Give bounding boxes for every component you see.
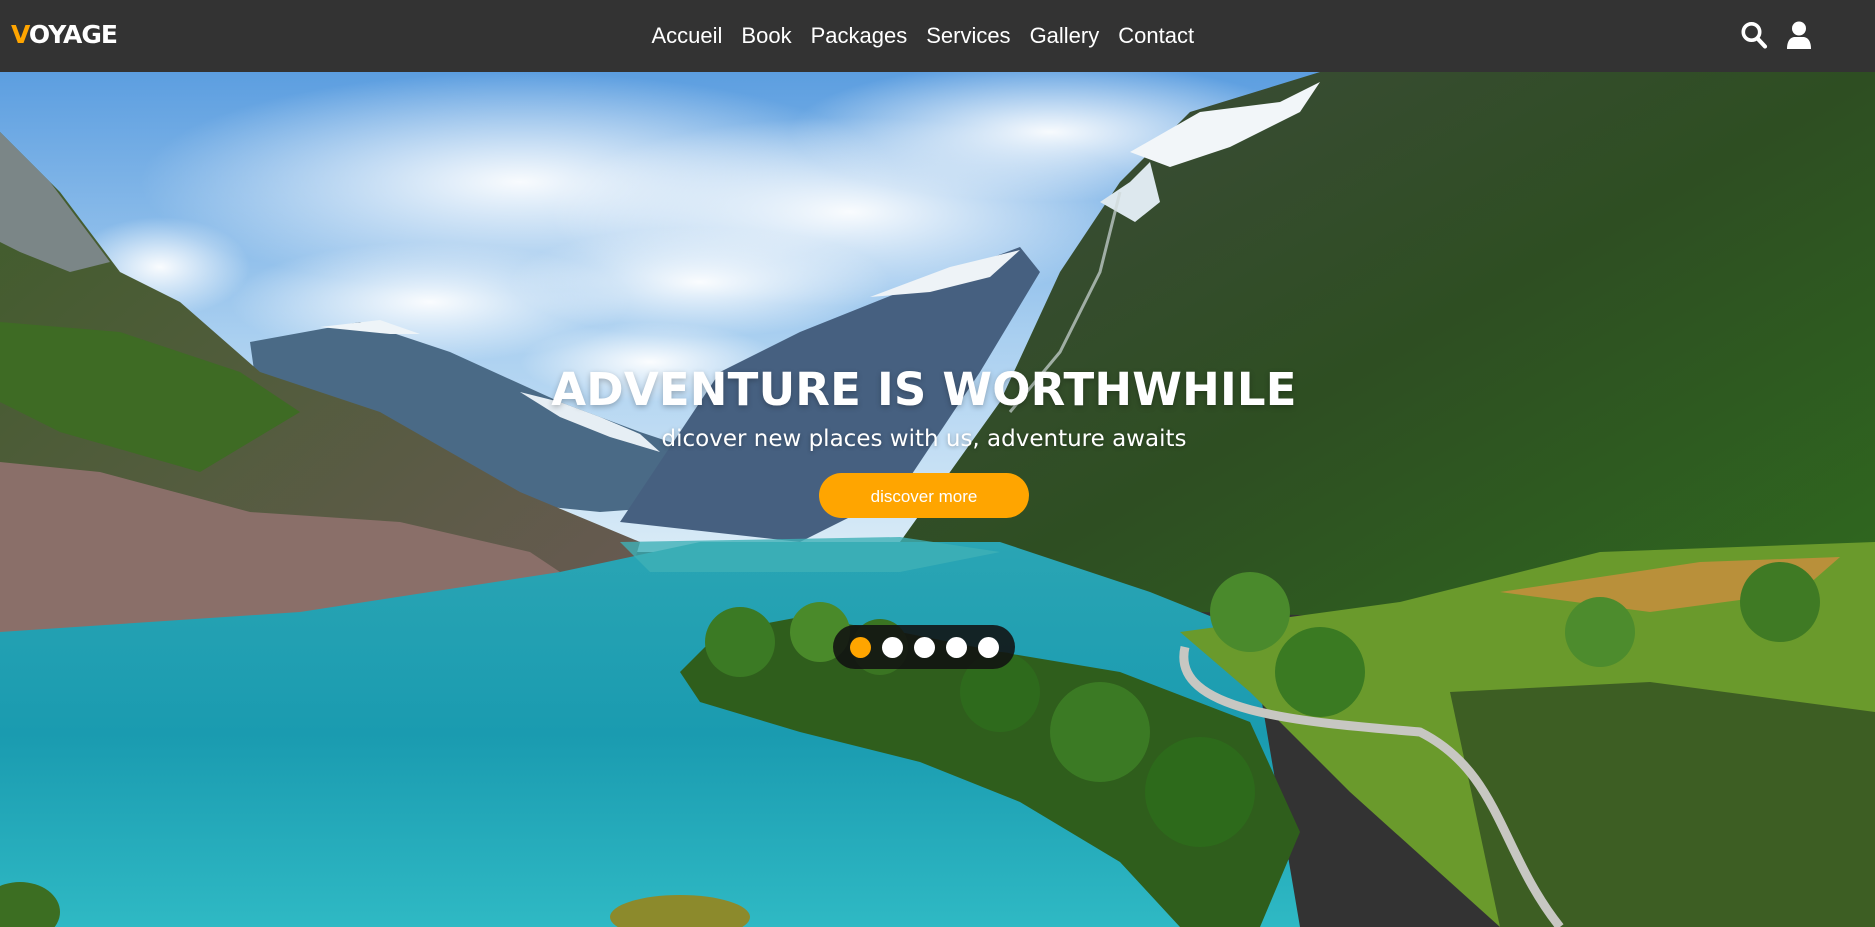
nav-link-packages[interactable]: Packages <box>801 0 917 72</box>
logo-text: OYAGE <box>28 20 118 49</box>
slider-dots <box>833 625 1015 669</box>
nav-link-book[interactable]: Book <box>732 0 801 72</box>
hero-slider: ADVENTURE IS WORTHWHILE dicover new plac… <box>0 72 1875 927</box>
slider-dot-1[interactable] <box>849 636 871 658</box>
site-header: VOYAGE Accueil Book Packages Services Ga… <box>0 0 1875 72</box>
user-icon[interactable] <box>1785 20 1813 50</box>
nav-link-accueil[interactable]: Accueil <box>642 0 732 72</box>
slider-dot-5[interactable] <box>977 636 999 658</box>
hero-content: ADVENTURE IS WORTHWHILE dicover new plac… <box>0 362 1848 518</box>
search-icon[interactable] <box>1740 20 1768 50</box>
slider-dot-3[interactable] <box>913 636 935 658</box>
hero-subtitle: dicover new places with us, adventure aw… <box>661 426 1187 452</box>
logo-accent-letter: V <box>11 20 30 49</box>
nav-link-gallery[interactable]: Gallery <box>1020 0 1109 72</box>
logo[interactable]: VOYAGE <box>11 19 118 51</box>
slider-dot-4[interactable] <box>945 636 967 658</box>
nav-link-services[interactable]: Services <box>917 0 1020 72</box>
hero-title: ADVENTURE IS WORTHWHILE <box>551 363 1297 416</box>
slider-dot-2[interactable] <box>881 636 903 658</box>
nav-link-contact[interactable]: Contact <box>1109 0 1204 72</box>
discover-more-button[interactable]: discover more <box>819 473 1029 518</box>
main-nav: Accueil Book Packages Services Gallery C… <box>642 0 1204 72</box>
header-icons <box>1740 20 1813 50</box>
